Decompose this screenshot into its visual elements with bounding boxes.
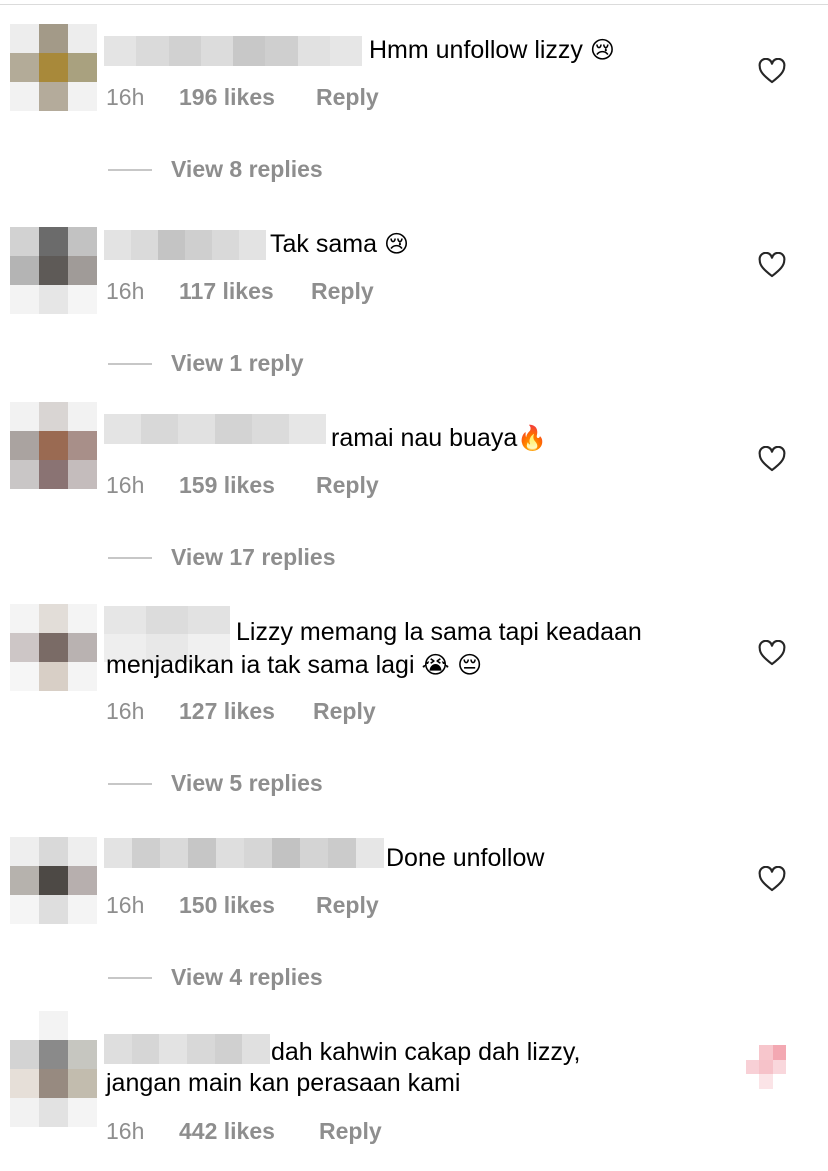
view-replies-label: View 8 replies: [171, 156, 323, 182]
comment-text: Hmm unfollow lizzy 😢: [369, 36, 615, 64]
reply-button[interactable]: Reply: [313, 698, 376, 725]
comment-text: Lizzy memang la sama tapi keadaan: [236, 618, 642, 646]
view-replies-button[interactable]: View 1 reply: [108, 350, 304, 377]
view-replies-button[interactable]: View 17 replies: [108, 544, 336, 571]
reply-button[interactable]: Reply: [316, 84, 379, 111]
avatar[interactable]: [10, 1011, 97, 1098]
likes-count[interactable]: 127 likes: [179, 698, 313, 725]
comment-text: ramai nau buaya🔥: [331, 424, 548, 452]
comment-text: Tak sama 😢: [270, 230, 409, 258]
top-divider: [0, 4, 828, 5]
reply-button[interactable]: Reply: [316, 892, 379, 919]
reply-button[interactable]: Reply: [311, 278, 374, 305]
heart-icon[interactable]: [758, 866, 786, 892]
comment-time: 16h: [106, 1118, 145, 1144]
replies-divider: [108, 168, 152, 171]
avatar-lower: [10, 1098, 97, 1127]
username[interactable]: [104, 838, 384, 868]
replies-divider: [108, 976, 152, 979]
avatar[interactable]: [10, 24, 97, 111]
comment-text: dah kahwin cakap dah lizzy,: [271, 1038, 581, 1066]
username[interactable]: [104, 414, 326, 458]
likes-count[interactable]: 150 likes: [179, 892, 316, 919]
likes-count[interactable]: 159 likes: [179, 472, 316, 499]
comment-time: 16h: [106, 698, 145, 724]
heart-icon[interactable]: [758, 446, 786, 472]
avatar[interactable]: [10, 604, 97, 691]
comment-time: 16h: [106, 472, 145, 498]
reply-button[interactable]: Reply: [319, 1118, 382, 1145]
reply-button[interactable]: Reply: [316, 472, 379, 499]
crying-face-emoji: 😢: [589, 36, 615, 64]
likes-count[interactable]: 117 likes: [179, 278, 311, 305]
replies-divider: [108, 782, 152, 785]
view-replies-label: View 4 replies: [171, 964, 323, 990]
crying-face-emoji: 😢: [383, 230, 409, 258]
replies-divider: [108, 556, 152, 559]
username[interactable]: [104, 1034, 271, 1064]
username[interactable]: [104, 36, 362, 66]
username[interactable]: [104, 230, 266, 260]
heart-icon[interactable]: [758, 640, 786, 666]
fire-emoji: 🔥: [517, 424, 548, 452]
likes-count[interactable]: 442 likes: [179, 1118, 319, 1145]
comment-time: 16h: [106, 278, 145, 304]
comment-time: 16h: [106, 84, 145, 110]
comment-text-line2: menjadikan ia tak sama lagi 😭 😔: [106, 651, 483, 679]
heart-icon[interactable]: [758, 58, 786, 84]
comment-time: 16h: [106, 892, 145, 918]
crying-sad-emoji: 😭 😔: [421, 651, 483, 679]
avatar[interactable]: [10, 837, 97, 924]
view-replies-button[interactable]: View 4 replies: [108, 964, 323, 991]
liked-heart-icon[interactable]: [746, 1045, 786, 1089]
view-replies-label: View 5 replies: [171, 770, 323, 796]
heart-icon[interactable]: [758, 252, 786, 278]
view-replies-label: View 17 replies: [171, 544, 336, 570]
avatar[interactable]: [10, 227, 97, 314]
comment-text: Done unfollow: [386, 844, 545, 872]
view-replies-label: View 1 reply: [171, 350, 304, 376]
comment-text-line2: jangan main kan perasaan kami: [106, 1069, 461, 1097]
replies-divider: [108, 362, 152, 365]
view-replies-button[interactable]: View 8 replies: [108, 156, 323, 183]
avatar[interactable]: [10, 402, 97, 489]
view-replies-button[interactable]: View 5 replies: [108, 770, 323, 797]
likes-count[interactable]: 196 likes: [179, 84, 316, 111]
